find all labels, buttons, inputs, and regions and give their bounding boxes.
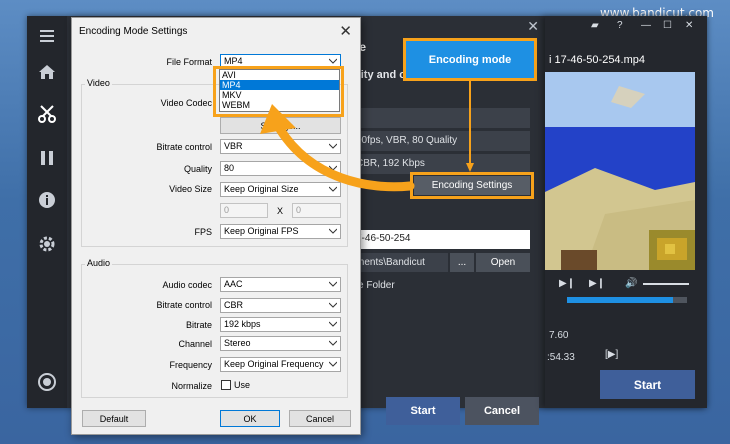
volume-slider[interactable]: [643, 283, 689, 285]
file-format-value: MP4: [224, 56, 243, 66]
chevron-down-icon: [329, 321, 337, 327]
duration-readout: :54.33: [547, 352, 575, 363]
home-icon[interactable]: [37, 62, 57, 82]
chevron-down-icon: [329, 228, 337, 234]
dialog-title: Encoding Mode Settings: [79, 26, 188, 37]
film-icon[interactable]: [37, 148, 57, 168]
ok-button[interactable]: OK: [220, 410, 280, 427]
height-input[interactable]: 0: [292, 203, 341, 218]
video-codec-label: Video Codec: [160, 98, 212, 108]
chevron-down-icon: [329, 361, 337, 367]
side-nav: [27, 16, 67, 408]
fps-select[interactable]: Keep Original FPS: [220, 224, 341, 239]
default-button[interactable]: Default: [82, 410, 146, 427]
frequency-label: Frequency: [169, 360, 212, 370]
playback-controls: ▶❙ ▶❙ 🔊: [545, 278, 695, 292]
audio-codec-value: AAC: [224, 279, 243, 289]
bracket-buttons[interactable]: [▶]: [605, 349, 618, 360]
frequency-value: Keep Original Frequency: [224, 359, 324, 369]
encoding-mode-highlight: [403, 38, 537, 81]
fps-label: FPS: [194, 227, 212, 237]
size-separator: X: [277, 206, 284, 216]
cut-icon[interactable]: [37, 104, 57, 124]
channel-value: Stereo: [224, 338, 251, 348]
chevron-down-icon: [329, 340, 337, 346]
use-label[interactable]: Use: [234, 380, 250, 390]
cancel-button[interactable]: Cancel: [465, 397, 539, 425]
preview-panel: ▰ ? — ☐ ✕ i 17-46-50-254.mp4 ▶❙ ▶❙ 🔊 7.6…: [545, 16, 707, 408]
fps-value: Keep Original FPS: [224, 226, 299, 236]
bitrate-select[interactable]: 192 kbps: [220, 317, 341, 332]
chevron-down-icon: [329, 302, 337, 308]
file-title: i 17-46-50-254.mp4: [549, 54, 646, 66]
open-folder-label[interactable]: e Folder: [358, 280, 395, 291]
channel-select[interactable]: Stereo: [220, 336, 341, 351]
arrow-down-icon: [466, 81, 474, 172]
channel-label: Channel: [178, 339, 212, 349]
video-preview[interactable]: [545, 72, 695, 270]
maximize-icon[interactable]: ☐: [663, 20, 672, 31]
minimize-icon[interactable]: —: [641, 20, 651, 31]
encoding-settings-highlight: [410, 172, 534, 199]
close-icon[interactable]: ✕: [527, 18, 539, 35]
start-button[interactable]: Start: [386, 397, 460, 425]
audio-codec-select[interactable]: AAC: [220, 277, 341, 292]
preview-topbar: ▰ ? — ☐ ✕: [545, 16, 707, 38]
normalize-checkbox[interactable]: [221, 380, 231, 390]
normalize-label: Normalize: [171, 381, 212, 391]
folder-icon[interactable]: ▰: [591, 20, 599, 31]
width-input[interactable]: 0: [220, 203, 268, 218]
close-icon[interactable]: ✕: [685, 20, 693, 31]
bitrate-label: Bitrate: [185, 320, 212, 330]
info-icon[interactable]: [37, 190, 57, 210]
start-button-right[interactable]: Start: [600, 370, 695, 399]
time-readout: 7.60: [549, 330, 569, 341]
close-icon[interactable]: ✕: [339, 22, 352, 40]
help-icon[interactable]: ?: [617, 20, 623, 31]
timeline-fill: [567, 297, 673, 303]
quality-label: Quality: [183, 164, 212, 174]
browse-button[interactable]: ...: [450, 253, 474, 272]
record-icon[interactable]: [37, 372, 57, 392]
menu-icon[interactable]: [37, 26, 57, 46]
bitrate-value: 192 kbps: [224, 319, 261, 329]
step-forward-icon[interactable]: ▶❙: [589, 278, 605, 289]
video-size-label: Video Size: [169, 184, 212, 194]
chevron-down-icon: [329, 58, 337, 64]
audio-bitrate-value: CBR: [224, 300, 244, 310]
audio-codec-label: Audio codec: [162, 280, 212, 290]
audio-bitrate-label: Bitrate control: [156, 300, 212, 310]
cancel-button[interactable]: Cancel: [289, 410, 351, 427]
open-button[interactable]: Open: [476, 253, 530, 272]
gear-icon[interactable]: [37, 234, 57, 254]
minecraft-scene-image: [545, 72, 695, 270]
audio-bitrate-select[interactable]: CBR: [220, 298, 341, 313]
timeline[interactable]: [567, 297, 687, 303]
frequency-select[interactable]: Keep Original Frequency: [220, 357, 341, 372]
play-pause-icon[interactable]: ▶❙: [559, 278, 575, 289]
video-bitrate-label: Bitrate control: [156, 142, 212, 152]
file-format-label: File Format: [166, 57, 212, 67]
curved-arrow-icon: [260, 104, 415, 192]
chevron-down-icon: [329, 281, 337, 287]
audio-group-title: Audio: [85, 258, 113, 268]
volume-icon[interactable]: 🔊: [625, 278, 637, 289]
video-group-title: Video: [85, 78, 112, 88]
